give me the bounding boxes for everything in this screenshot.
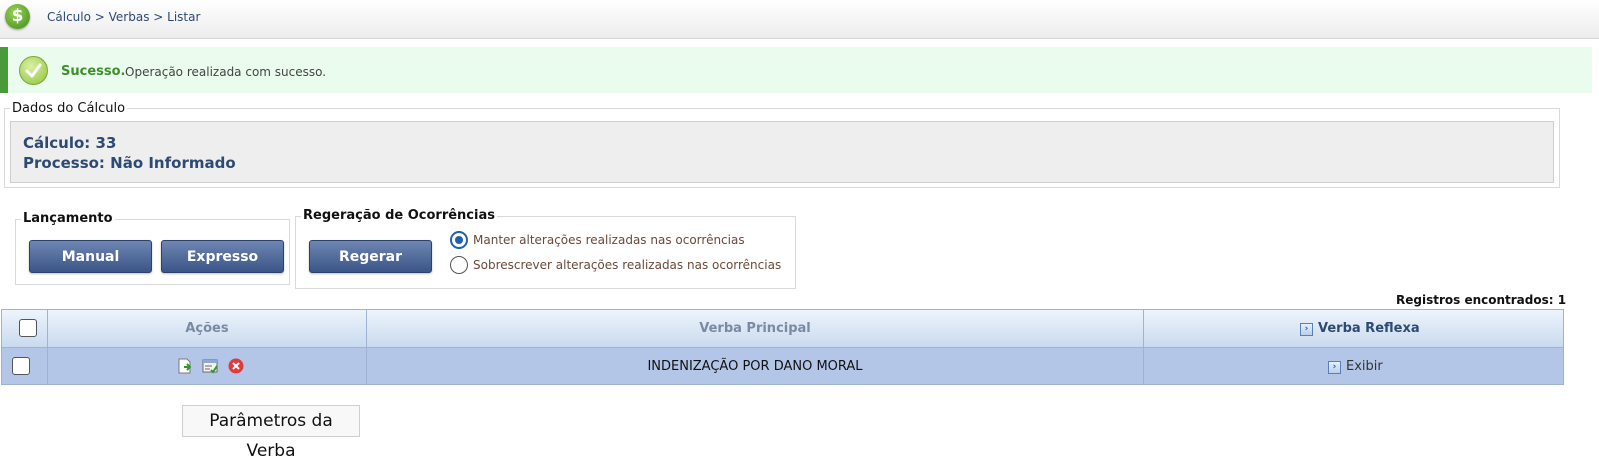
regeracao-fieldset: Regeração de Ocorrências Regerar Manter … [295,208,796,289]
tooltip: Parâmetros da Verba [182,405,360,461]
select-all-checkbox[interactable] [19,319,37,337]
sobrescrever-label: Sobrescrever alterações realizadas nas o… [473,258,782,272]
dados-legend: Dados do Cálculo [10,101,128,116]
expand-arrow-icon[interactable]: › [1300,323,1313,336]
regerar-button[interactable]: Regerar [309,240,432,273]
checkmark-icon [19,56,48,85]
success-message: Sucesso. Operação realizada com sucesso. [0,47,1592,93]
records-count: Registros encontrados: 1 [1396,293,1567,307]
manter-radio[interactable] [450,231,468,249]
sobrescrever-radio[interactable] [450,256,468,274]
expresso-button[interactable]: Expresso [161,240,284,273]
exibir-arrow-icon[interactable]: › [1328,361,1341,374]
top-bar: $ Cálculo > Verbas > Listar [0,0,1599,39]
manual-button[interactable]: Manual [29,240,152,273]
exibir-link[interactable]: Exibir [1346,359,1383,374]
verbas-table: Ações Verba Principal › Verba Reflexa IN… [1,309,1564,385]
lancamento-legend: Lançamento [21,211,115,226]
row-checkbox[interactable] [12,357,30,375]
dados-panel: Cálculo: 33 Processo: Não Informado [10,121,1554,183]
add-icon[interactable] [177,358,193,374]
header-verba-reflexa[interactable]: Verba Reflexa [1318,321,1420,336]
dados-calculo-fieldset: Dados do Cálculo Cálculo: 33 Processo: N… [4,101,1560,188]
dollar-icon: $ [5,4,30,29]
success-title: Sucesso. [61,64,126,79]
breadcrumb: Cálculo > Verbas > Listar [47,10,201,24]
header-acoes: Ações [185,321,229,336]
verba-principal-cell: INDENIZAÇÃO POR DANO MORAL [647,359,863,374]
calculo-number: Cálculo: 33 [23,134,117,152]
regeracao-legend: Regeração de Ocorrências [301,208,497,223]
manter-label: Manter alterações realizadas nas ocorrên… [473,233,745,247]
edit-icon[interactable] [202,358,218,374]
header-verba-principal[interactable]: Verba Principal [367,321,1143,336]
lancamento-fieldset: Lançamento Manual Expresso [15,211,290,285]
success-text: Operação realizada com sucesso. [125,65,327,79]
delete-icon[interactable] [228,358,244,374]
processo-info: Processo: Não Informado [23,154,236,172]
